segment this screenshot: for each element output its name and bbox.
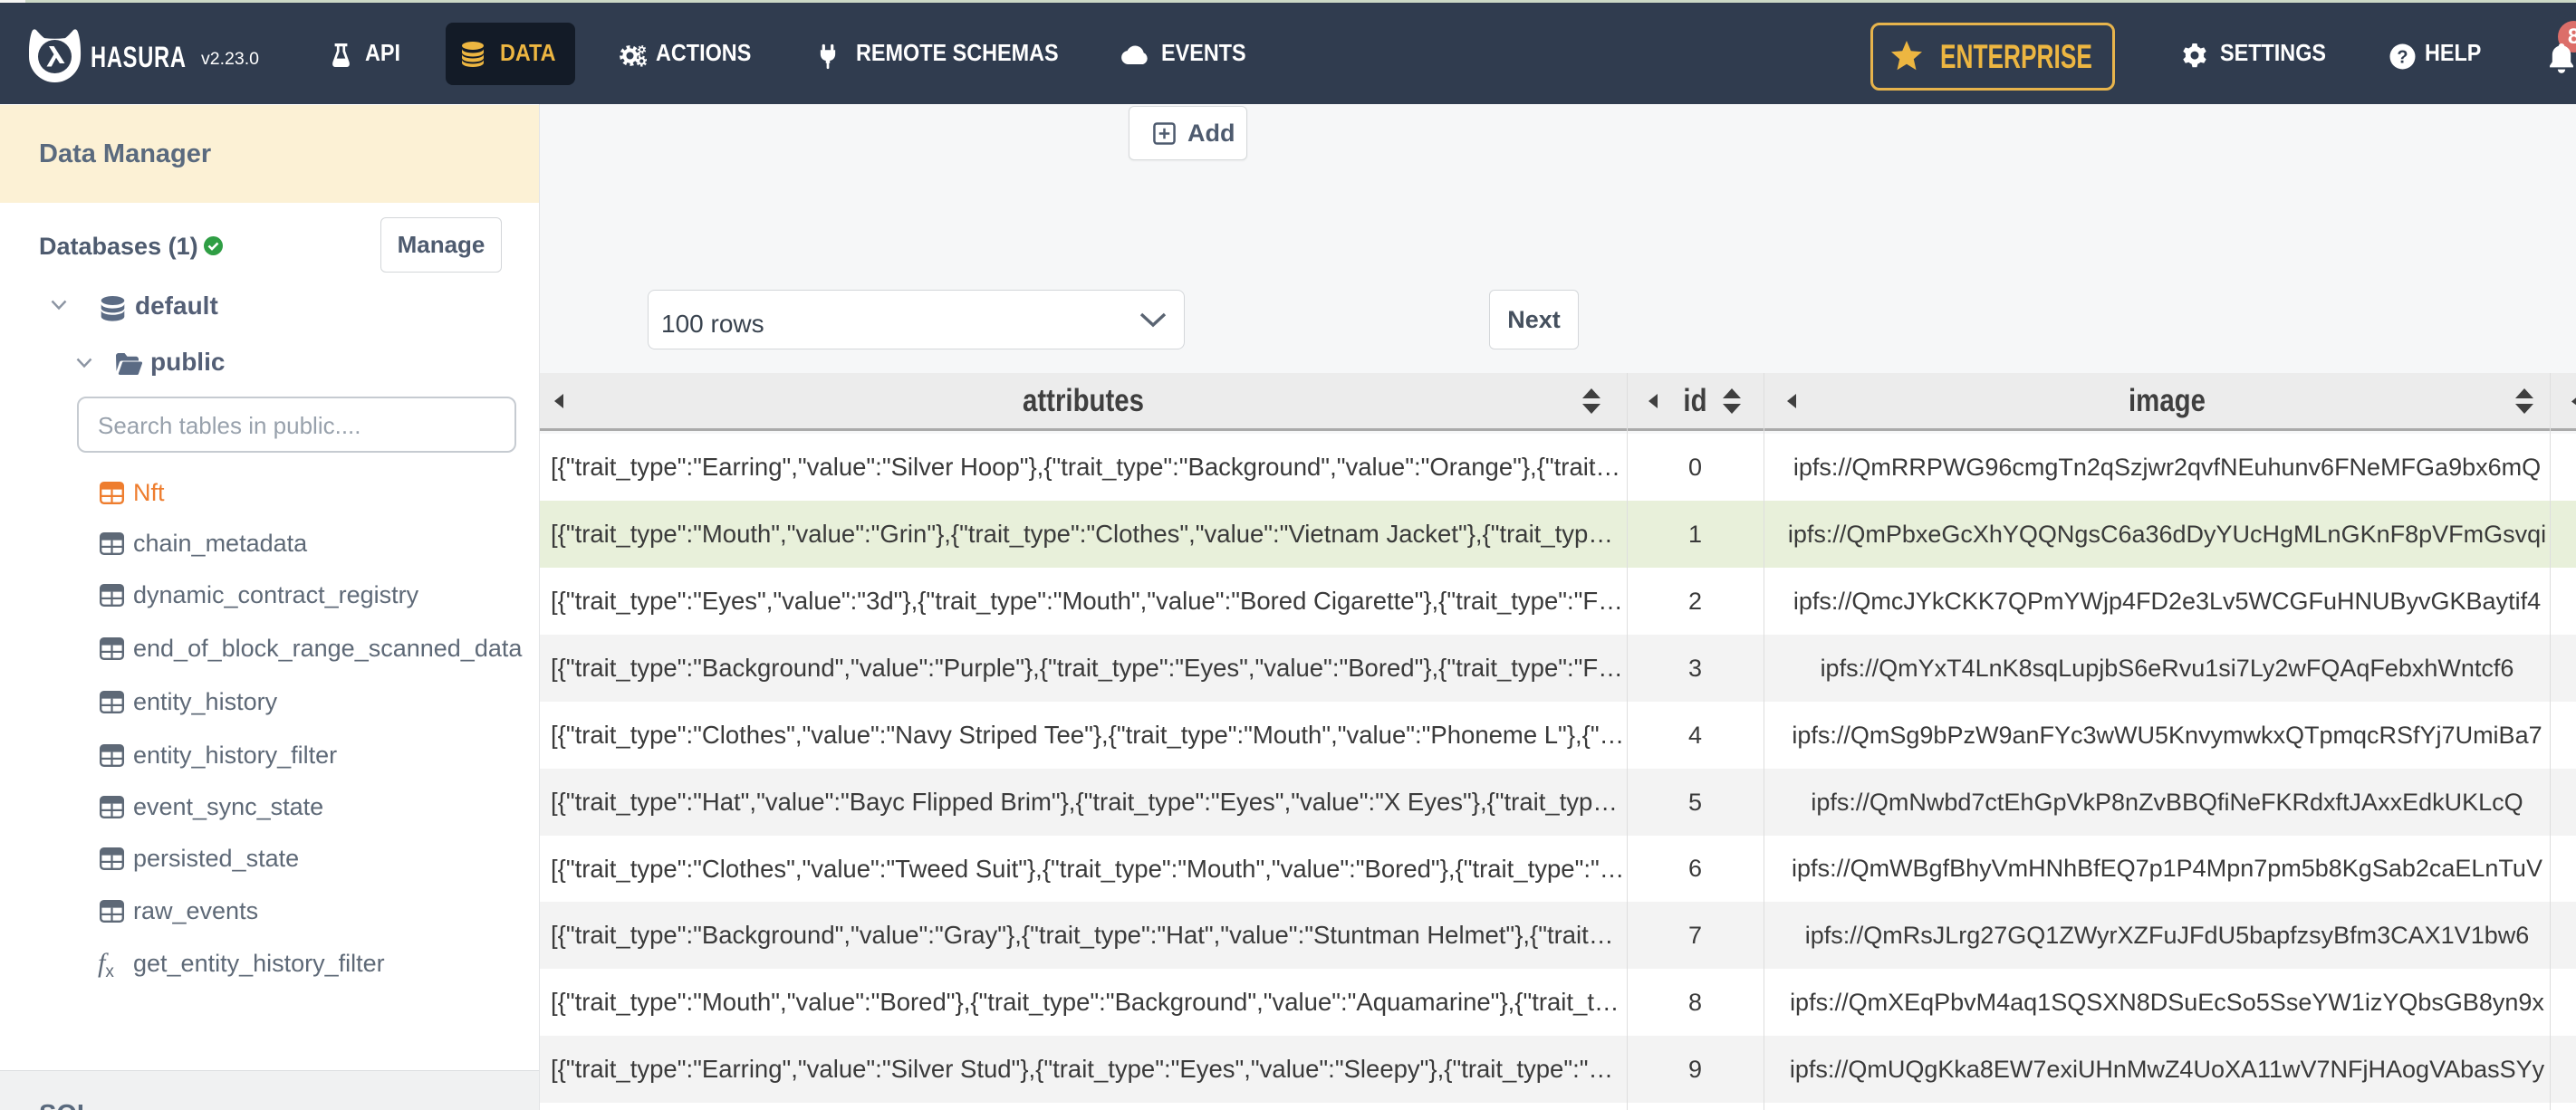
svg-text:?: ? (2397, 48, 2408, 68)
